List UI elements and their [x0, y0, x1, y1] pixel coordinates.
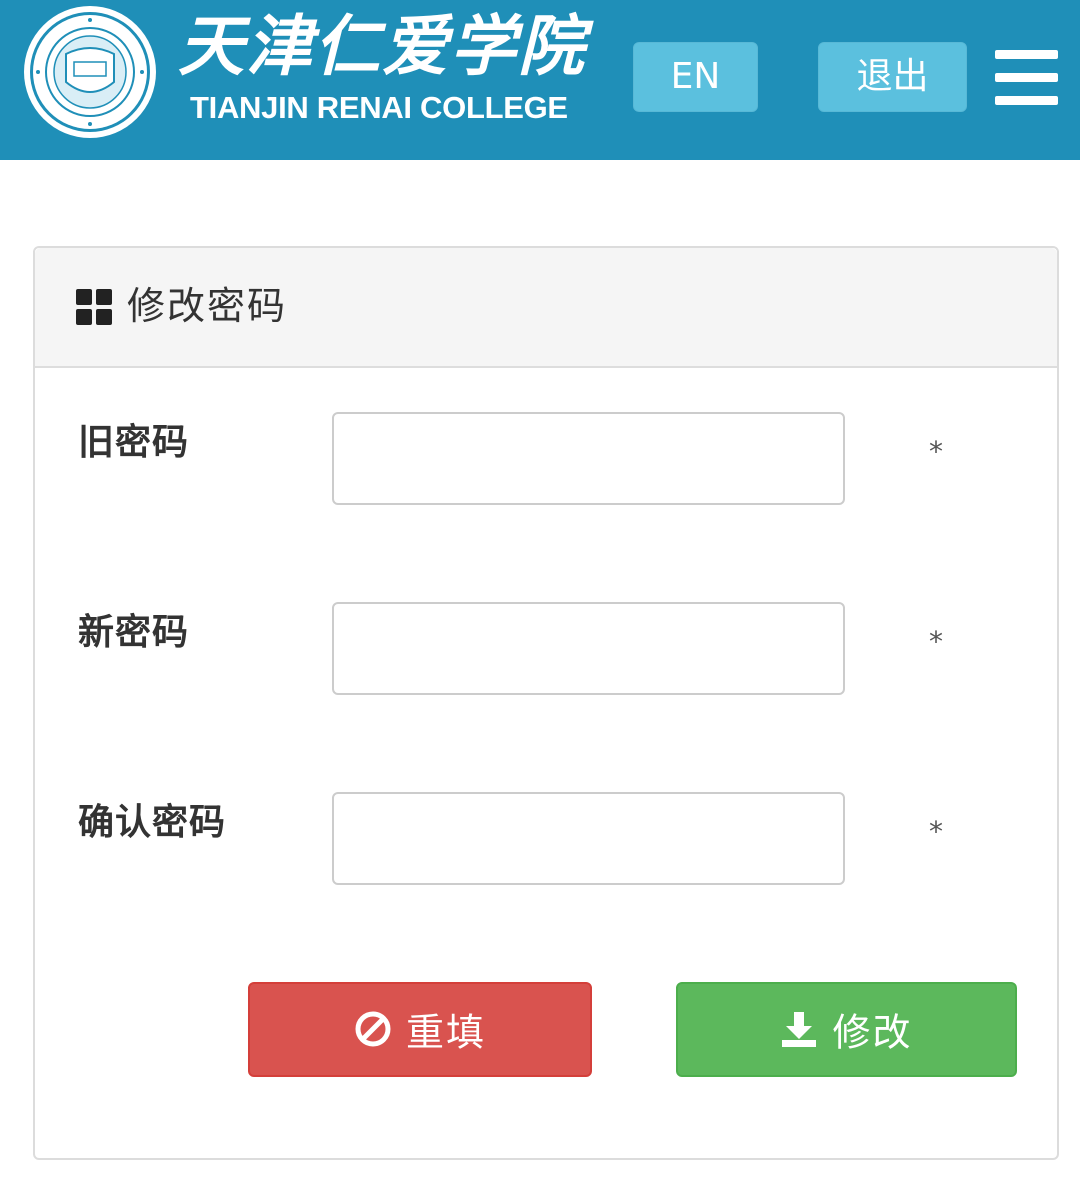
change-password-panel: 修改密码 旧密码 * 新密码 * 确认密码 * 重填 修改 [33, 246, 1059, 1160]
panel-title: 修改密码 [127, 284, 288, 328]
brand-name-english: TIANJIN RENAI COLLEGE [190, 90, 568, 125]
confirm-password-input[interactable] [332, 792, 845, 885]
submit-button[interactable]: 修改 [676, 982, 1017, 1077]
new-password-label: 新密码 [78, 612, 190, 653]
language-en-button[interactable]: EN [633, 42, 758, 112]
old-password-label: 旧密码 [78, 422, 190, 463]
reset-button-label: 重填 [405, 1010, 486, 1055]
ban-icon [355, 1011, 391, 1046]
brand-name-chinese: 天津仁爱学院 [178, 7, 586, 85]
required-mark: * [929, 435, 943, 468]
exit-button[interactable]: 退出 [818, 42, 967, 112]
confirm-password-label: 确认密码 [78, 802, 227, 843]
submit-button-label: 修改 [832, 1010, 913, 1055]
required-mark: * [929, 815, 943, 848]
download-icon [782, 1011, 817, 1047]
old-password-input[interactable] [332, 412, 845, 505]
hamburger-menu-icon[interactable] [995, 50, 1058, 105]
required-mark: * [929, 625, 943, 658]
grid-icon [76, 289, 112, 325]
college-seal-logo [24, 6, 156, 138]
panel-header: 修改密码 [35, 248, 1057, 368]
new-password-input[interactable] [332, 602, 845, 695]
app-header: 天津仁爱学院 TIANJIN RENAI COLLEGE EN 退出 [0, 0, 1080, 160]
reset-button[interactable]: 重填 [248, 982, 592, 1077]
